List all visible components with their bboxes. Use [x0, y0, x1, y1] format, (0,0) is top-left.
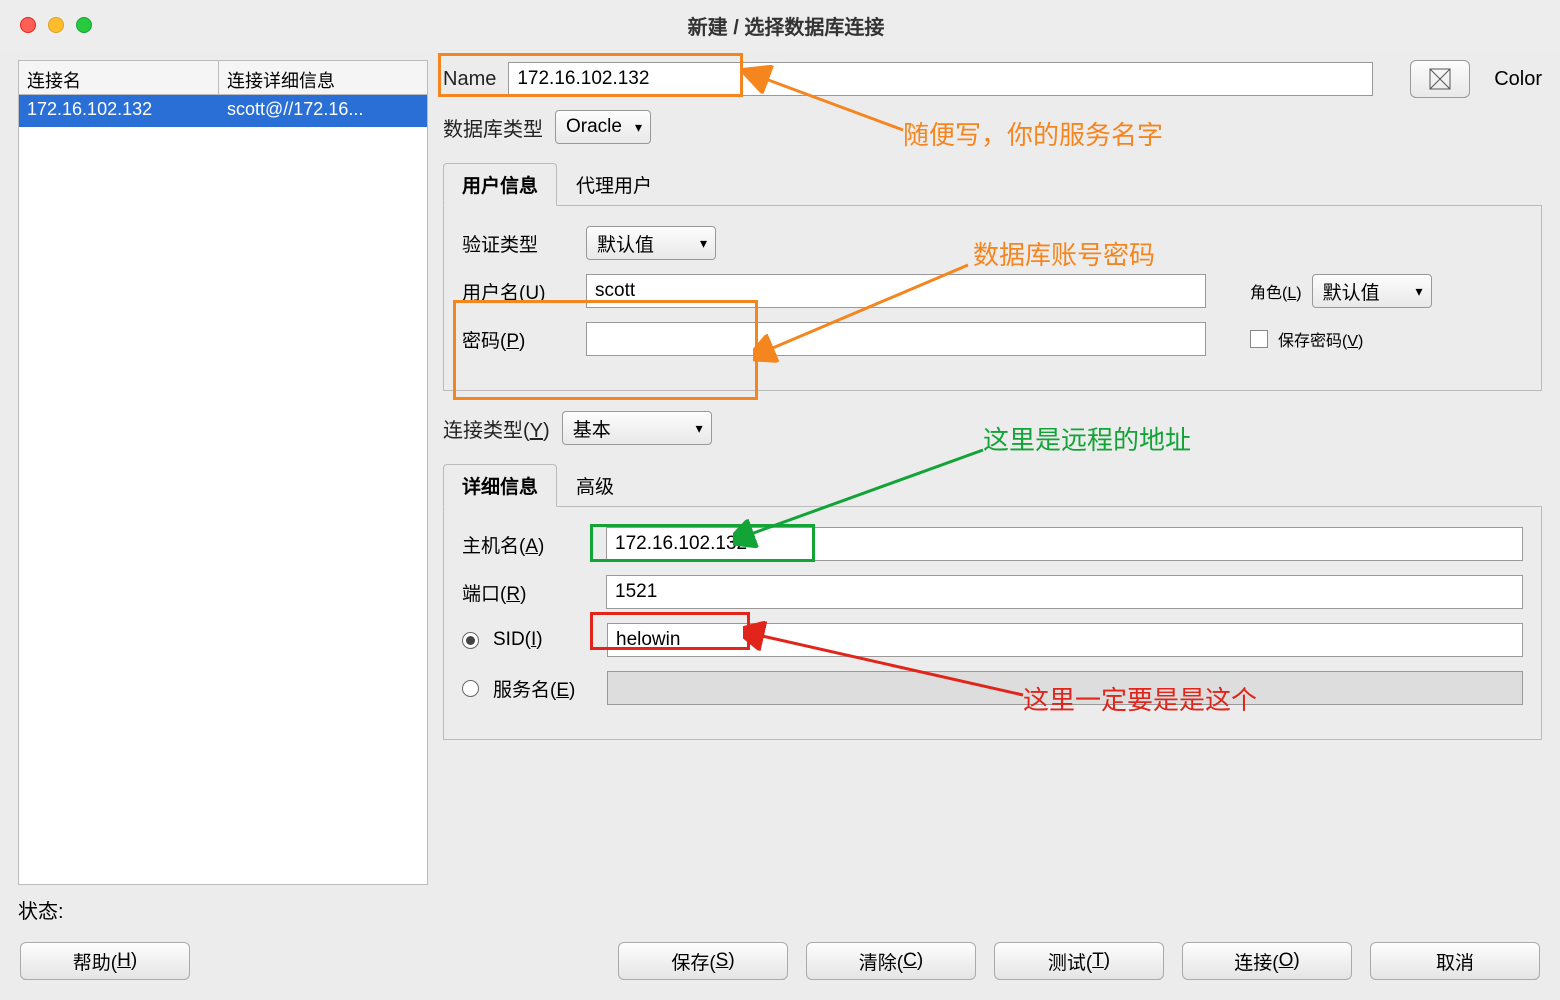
sid-radio[interactable] [462, 632, 479, 649]
status-label: 状态: [18, 891, 428, 928]
tab-detail[interactable]: 详细信息 [443, 464, 557, 507]
host-input[interactable] [606, 527, 1523, 561]
titlebar: 新建 / 选择数据库连接 [0, 0, 1560, 50]
auth-type-dropdown[interactable]: 默认值 [586, 226, 716, 260]
user-tabs: 用户信息 代理用户 [443, 162, 1542, 206]
save-button[interactable]: 保存(S) [618, 942, 788, 980]
cell-conn-name: 172.16.102.132 [19, 95, 219, 127]
save-password-label: 保存密码(V) [1278, 327, 1363, 351]
role-label: 角色(L) [1250, 279, 1302, 303]
minimize-icon[interactable] [48, 17, 64, 33]
service-input [607, 671, 1523, 705]
host-label: 主机名(A) [462, 531, 592, 558]
color-button[interactable] [1410, 60, 1470, 98]
table-row[interactable]: 172.16.102.132 scott@//172.16... [19, 95, 427, 127]
help-button[interactable]: 帮助(H) [20, 942, 190, 980]
color-swatch-icon [1428, 67, 1452, 91]
sid-label: SID(I) [493, 629, 593, 651]
maximize-icon[interactable] [76, 17, 92, 33]
service-radio[interactable] [462, 680, 479, 697]
name-input[interactable] [508, 62, 1373, 96]
tab-user-info[interactable]: 用户信息 [443, 163, 557, 206]
clear-button[interactable]: 清除(C) [806, 942, 976, 980]
username-label: 用户名(U) [462, 278, 572, 305]
window-title: 新建 / 选择数据库连接 [92, 11, 1480, 40]
connect-button[interactable]: 连接(O) [1182, 942, 1352, 980]
color-label: Color [1494, 68, 1542, 91]
tab-advanced[interactable]: 高级 [557, 464, 633, 507]
password-input[interactable] [586, 322, 1206, 356]
db-type-label: 数据库类型 [443, 113, 543, 142]
role-dropdown[interactable]: 默认值 [1312, 274, 1432, 308]
test-button[interactable]: 测试(T) [994, 942, 1164, 980]
name-label: Name [443, 68, 496, 91]
save-password-checkbox[interactable] [1250, 330, 1268, 348]
conn-type-label: 连接类型(Y) [443, 414, 550, 443]
col-conn-detail[interactable]: 连接详细信息 [219, 61, 427, 94]
col-conn-name[interactable]: 连接名 [19, 61, 219, 94]
cancel-button[interactable]: 取消 [1370, 942, 1540, 980]
auth-type-label: 验证类型 [462, 230, 572, 257]
connections-table: 连接名 连接详细信息 172.16.102.132 scott@//172.16… [18, 60, 428, 885]
service-label: 服务名(E) [493, 675, 593, 702]
cell-conn-detail: scott@//172.16... [219, 95, 427, 127]
conn-type-dropdown[interactable]: 基本 [562, 411, 712, 445]
db-type-dropdown[interactable]: Oracle [555, 110, 651, 144]
username-input[interactable] [586, 274, 1206, 308]
sid-input[interactable] [607, 623, 1523, 657]
password-label: 密码(P) [462, 326, 572, 353]
port-input[interactable] [606, 575, 1523, 609]
port-label: 端口(R) [462, 579, 592, 606]
detail-tabs: 详细信息 高级 [443, 463, 1542, 507]
close-icon[interactable] [20, 17, 36, 33]
tab-proxy-user[interactable]: 代理用户 [557, 163, 671, 206]
